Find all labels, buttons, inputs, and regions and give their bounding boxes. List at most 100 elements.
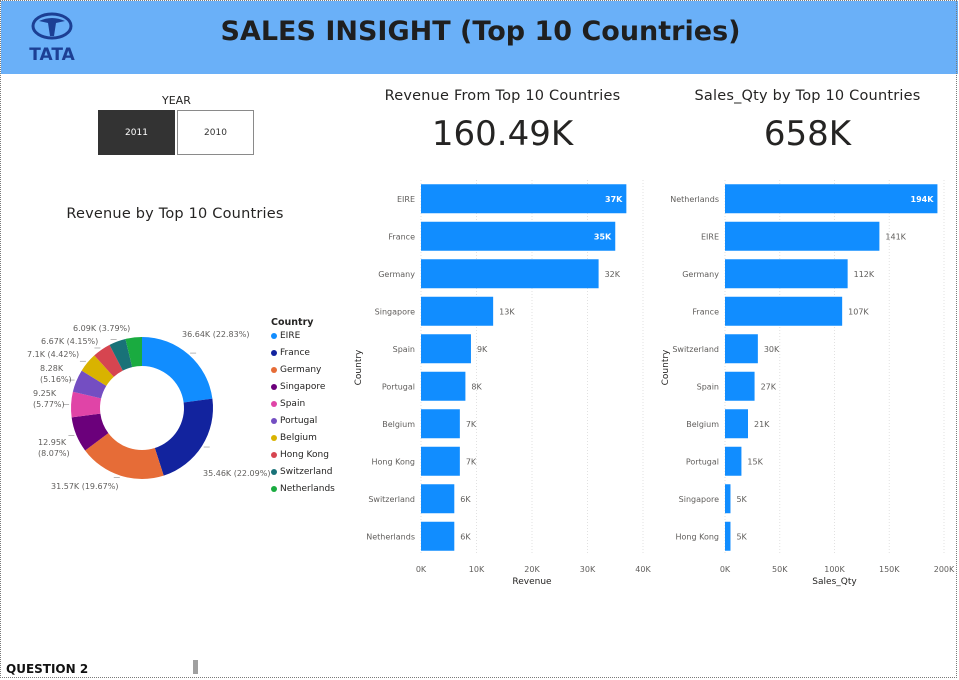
bar-france[interactable] [421, 221, 616, 251]
bar-spain[interactable] [421, 334, 471, 364]
bar-hong-kong[interactable] [725, 521, 731, 551]
legend-dot [271, 469, 277, 475]
legend-item-spain[interactable]: Spain [271, 399, 305, 409]
bar-portugal[interactable] [421, 371, 466, 401]
bar-eire[interactable] [725, 221, 880, 251]
legend-dot [271, 401, 277, 407]
year-slicer-label: YEAR [162, 94, 191, 107]
donut-data-label: 31.57K (19.67%) [51, 482, 118, 491]
y-category-label: Spain [393, 345, 415, 354]
x-tick-label: 200K [934, 565, 955, 574]
x-tick-label: 20K [524, 565, 540, 574]
legend-item-france[interactable]: France [271, 348, 310, 358]
bar-data-label: 30K [764, 345, 780, 354]
bar-germany[interactable] [725, 259, 848, 289]
bar-france[interactable] [725, 296, 843, 326]
revenue-donut-chart[interactable]: 36.64K (22.83%) 35.46K (22.09%) 31.57K (19… [0, 300, 270, 510]
donut-data-label: 36.64K (22.83%) [182, 330, 249, 339]
legend-item-germany[interactable]: Germany [271, 365, 321, 375]
legend-dot [271, 435, 277, 441]
donut-slice-eire[interactable] [142, 337, 213, 403]
x-tick-label: 40K [635, 565, 651, 574]
bar-germany[interactable] [421, 259, 599, 289]
y-category-label: Belgium [686, 420, 719, 429]
donut-data-label: (5.16%) [40, 375, 72, 384]
y-category-label: Hong Kong [372, 457, 416, 466]
logo-text: TATA [29, 45, 75, 64]
year-2011-button[interactable]: 2011 [98, 110, 175, 155]
legend-dot [271, 350, 277, 356]
y-category-label: France [692, 307, 719, 316]
bar-switzerland[interactable] [725, 334, 758, 364]
legend-item-switzerland[interactable]: Switzerland [271, 467, 333, 477]
y-category-label: Switzerland [672, 345, 719, 354]
year-2010-button[interactable]: 2010 [177, 110, 254, 155]
y-category-label: Belgium [382, 420, 415, 429]
revenue-kpi-title: Revenue From Top 10 Countries [384, 88, 621, 104]
y-category-label: Singapore [375, 307, 415, 316]
y-category-label: Portugal [686, 457, 719, 466]
y-category-label: Portugal [382, 382, 415, 391]
legend-item-belgium[interactable]: Belgium [271, 433, 317, 443]
bar-data-label: 7K [466, 457, 477, 466]
x-tick-label: 0K [720, 565, 731, 574]
y-category-label: EIRE [397, 195, 415, 204]
bar-portugal[interactable] [725, 446, 742, 476]
y-category-label: Spain [697, 382, 719, 391]
bar-data-label: 5K [736, 495, 747, 504]
bar-data-label: 112K [854, 270, 875, 279]
y-category-label: Germany [682, 270, 719, 279]
x-tick-label: 0K [416, 565, 427, 574]
donut-data-label: 6.09K (3.79%) [73, 324, 130, 333]
bar-data-label: 6K [460, 495, 471, 504]
x-axis-label: Revenue [512, 577, 552, 587]
legend-item-hong-kong[interactable]: Hong Kong [271, 450, 329, 460]
y-category-label: Switzerland [368, 495, 415, 504]
qty-bar-chart[interactable]: 0K 50K 100K 150K 200K Sales_Qty Country Netherl… [652, 170, 957, 595]
bar-data-label: 107K [848, 307, 869, 316]
bar-singapore[interactable] [421, 296, 494, 326]
legend-item-eire[interactable]: EIRE [271, 331, 300, 341]
donut-data-label: 35.46K (22.09%) [203, 469, 270, 478]
bar-belgium[interactable] [725, 409, 748, 439]
y-category-label: Netherlands [366, 532, 415, 541]
qty-kpi-value: 658K [763, 114, 852, 154]
y-axis-label: Country [354, 349, 364, 385]
bar-spain[interactable] [725, 371, 755, 401]
legend-item-portugal[interactable]: Portugal [271, 416, 317, 426]
bar-data-label: 5K [736, 532, 747, 541]
donut-slice-france[interactable] [154, 398, 213, 476]
bar-switzerland[interactable] [421, 484, 455, 514]
legend-dot [271, 367, 277, 373]
x-tick-label: 150K [879, 565, 900, 574]
y-category-label: Germany [378, 270, 415, 279]
bar-data-label: 27K [761, 382, 777, 391]
legend-label: Belgium [280, 433, 317, 443]
y-category-label: Netherlands [670, 195, 719, 204]
y-category-label: Singapore [679, 495, 719, 504]
legend-label: Netherlands [280, 484, 335, 494]
bar-data-label: 141K [885, 232, 906, 241]
legend-item-netherlands[interactable]: Netherlands [271, 484, 335, 494]
qty-kpi-title: Sales_Qty by Top 10 Countries [694, 88, 921, 104]
legend-item-singapore[interactable]: Singapore [271, 382, 325, 392]
donut-title: Revenue by Top 10 Countries [66, 206, 284, 222]
bar-data-label: 13K [499, 307, 515, 316]
revenue-kpi-value: 160.49K [431, 114, 574, 154]
bar-eire[interactable] [421, 184, 627, 214]
bar-belgium[interactable] [421, 409, 460, 439]
x-tick-label: 10K [469, 565, 485, 574]
legend-label: Switzerland [280, 467, 333, 477]
donut-data-label: 8.28K [40, 364, 64, 373]
scrollbar-thumb[interactable] [193, 660, 198, 674]
bar-netherlands[interactable] [725, 184, 938, 214]
legend-title: Country [271, 317, 314, 328]
y-category-label: France [388, 232, 415, 241]
donut-data-label: 7.1K (4.42%) [27, 350, 79, 359]
revenue-bar-chart[interactable]: 0K 10K 20K 30K 40K Revenue Country EIRE 37K Franc… [345, 170, 660, 595]
bar-data-label: 37K [605, 195, 623, 204]
bar-hong-kong[interactable] [421, 446, 460, 476]
bar-singapore[interactable] [725, 484, 731, 514]
bar-netherlands[interactable] [421, 521, 455, 551]
x-tick-label: 100K [824, 565, 845, 574]
